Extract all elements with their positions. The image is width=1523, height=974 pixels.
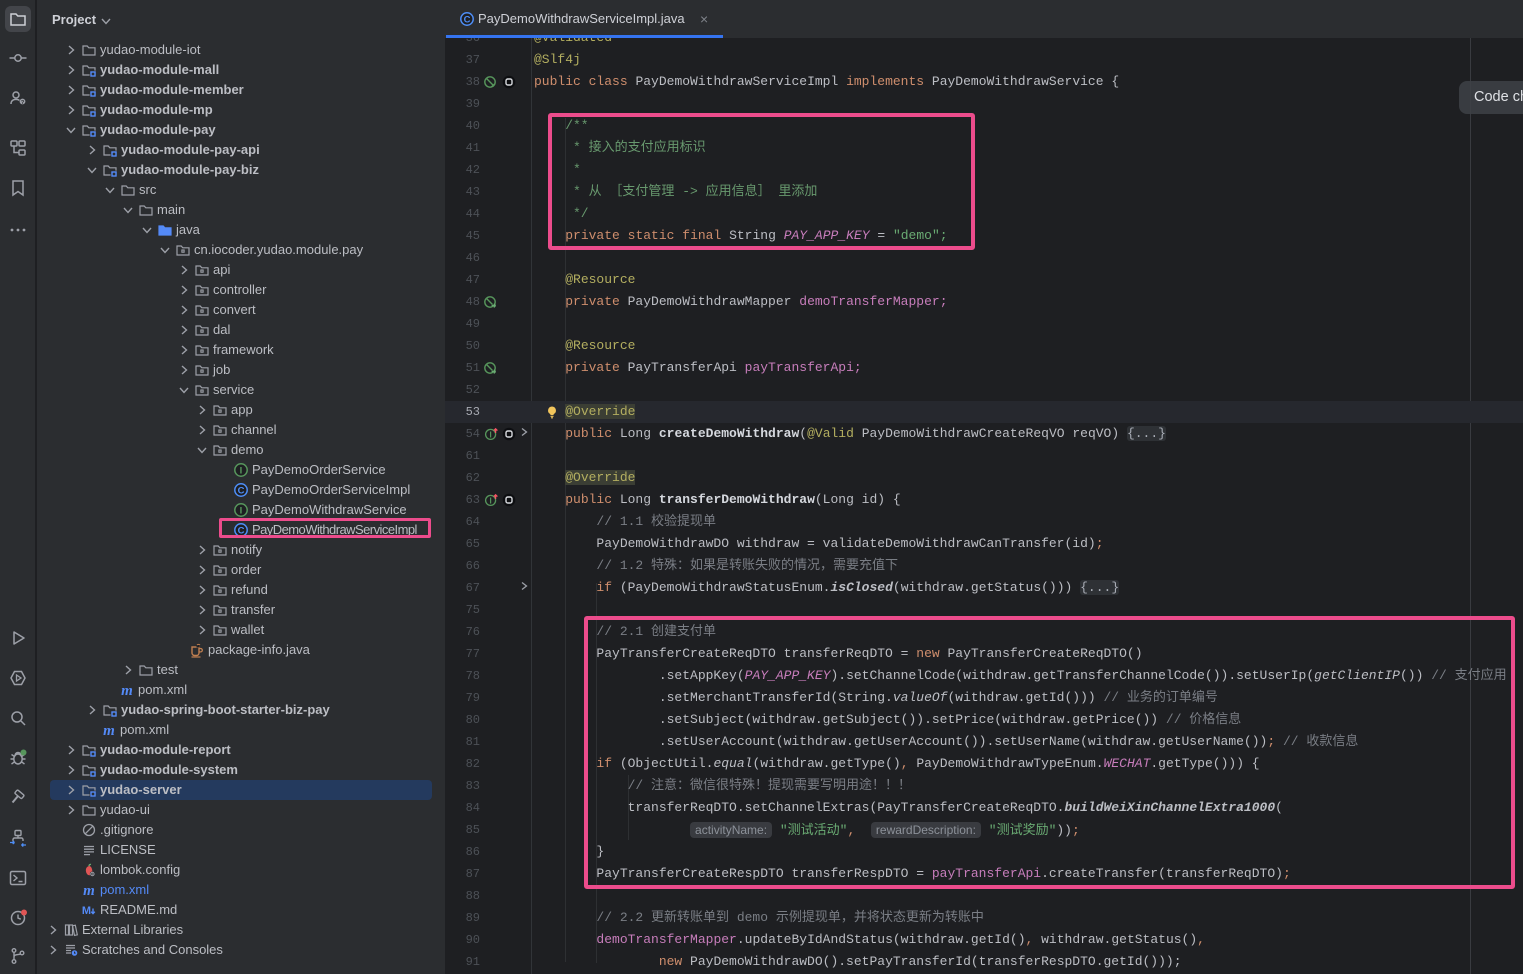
svg-text:M: M <box>82 905 91 917</box>
svg-text:m: m <box>83 883 95 898</box>
svg-text:I: I <box>240 465 243 476</box>
svg-text:C: C <box>464 14 471 25</box>
svg-text:C: C <box>238 485 245 496</box>
svg-text:I: I <box>489 431 491 440</box>
svg-text:I: I <box>240 505 243 516</box>
svg-text:I: I <box>489 497 491 506</box>
svg-text:m: m <box>103 723 115 738</box>
svg-text:m: m <box>121 683 133 698</box>
